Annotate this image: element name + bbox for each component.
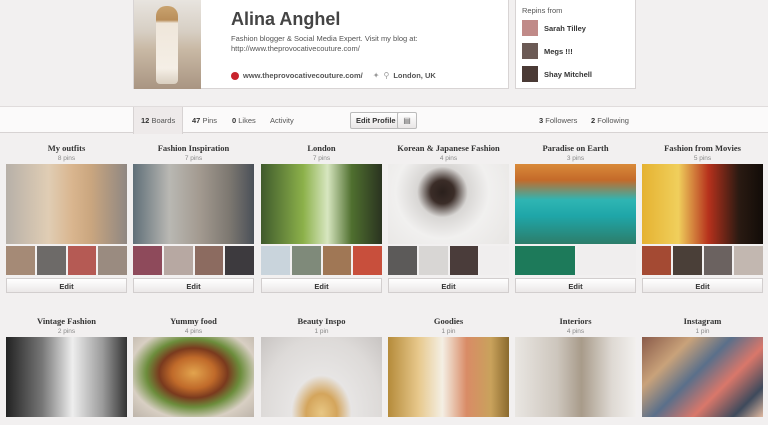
repin-avatar	[522, 43, 538, 59]
board-edit-button[interactable]: Edit	[133, 278, 254, 293]
board-edit-button[interactable]: Edit	[261, 278, 382, 293]
board-cover-image[interactable]	[261, 337, 382, 417]
tab-followers[interactable]: 3 Followers	[539, 107, 577, 134]
board-cover-image[interactable]	[642, 164, 763, 244]
website-link[interactable]: www.theprovocativecouture.com/	[243, 71, 363, 80]
board-cover-image[interactable]	[133, 337, 254, 417]
board-card[interactable]: Interiors 4 pins	[515, 315, 636, 417]
board-title[interactable]: Goodies	[388, 315, 509, 327]
tab-pins[interactable]: 47 Pins	[192, 107, 217, 134]
board-pin-count: 1 pin	[441, 328, 456, 335]
repins-card: Repins from Sarah Tilley Megs !!! Shay M…	[515, 0, 636, 89]
board-edit-button[interactable]: Edit	[642, 278, 763, 293]
board-card[interactable]: London 7 pins Edit	[261, 142, 382, 293]
board-pin-count: 1 pin	[695, 328, 710, 335]
profile-location: London, UK	[393, 71, 436, 80]
board-thumbnails	[133, 246, 254, 275]
profile-links: www.theprovocativecouture.com/ ✦ ⚲ Londo…	[231, 71, 501, 80]
profile-bio: Fashion blogger & Social Media Expert. V…	[231, 34, 418, 53]
tab-following[interactable]: 2 Following	[591, 107, 629, 134]
board-cover-image[interactable]	[515, 164, 636, 244]
board-cover-image[interactable]	[133, 164, 254, 244]
board-card[interactable]: Fashion from Movies 5 pins Edit	[642, 142, 763, 293]
profile-name: Alina Anghel	[231, 9, 341, 29]
board-cover-image[interactable]	[388, 164, 509, 244]
board-cover-image[interactable]	[388, 337, 509, 417]
tab-activity[interactable]: Activity	[270, 107, 294, 134]
board-title[interactable]: London	[261, 142, 382, 154]
tab-boards[interactable]: 12 Boards	[133, 107, 184, 134]
edit-profile-button[interactable]: Edit Profile	[350, 112, 402, 129]
repin-user[interactable]: Sarah Tilley	[522, 20, 586, 36]
board-title[interactable]: Paradise on Earth	[515, 142, 636, 154]
profile-card: Alina Anghel Fashion blogger & Social Me…	[133, 0, 509, 89]
board-pin-count: 8 pins	[57, 155, 76, 162]
layout-toggle-icon[interactable]: ▤	[397, 112, 417, 129]
board-title[interactable]: Fashion from Movies	[642, 142, 763, 154]
board-pin-count: 2 pins	[57, 328, 76, 335]
board-pin-count: 4 pins	[566, 328, 585, 335]
board-pin-count: 5 pins	[693, 155, 712, 162]
board-cover-image[interactable]	[642, 337, 763, 417]
board-cover-image[interactable]	[515, 337, 636, 417]
board-pin-count: 1 pin	[314, 328, 329, 335]
board-card[interactable]: Vintage Fashion 2 pins	[6, 315, 127, 417]
board-card[interactable]: Paradise on Earth 3 pins Edit	[515, 142, 636, 293]
board-card[interactable]: Goodies 1 pin	[388, 315, 509, 417]
repin-username: Sarah Tilley	[544, 23, 586, 33]
board-edit-button[interactable]: Edit	[515, 278, 636, 293]
board-title[interactable]: My outfits	[6, 142, 127, 154]
board-card[interactable]: Yummy food 4 pins	[133, 315, 254, 417]
board-title[interactable]: Fashion Inspiration	[133, 142, 254, 154]
twitter-icon[interactable]: ✦	[373, 71, 380, 80]
board-pin-count: 4 pins	[184, 328, 203, 335]
repins-title: Repins from	[522, 6, 563, 15]
board-title[interactable]: Instagram	[642, 315, 763, 327]
board-pin-count: 3 pins	[566, 155, 585, 162]
board-pin-count: 4 pins	[439, 155, 458, 162]
repin-avatar	[522, 66, 538, 82]
board-title[interactable]: Interiors	[515, 315, 636, 327]
repin-user[interactable]: Shay Mitchell	[522, 66, 592, 82]
board-pin-count: 7 pins	[312, 155, 331, 162]
board-edit-button[interactable]: Edit	[6, 278, 127, 293]
board-card[interactable]: My outfits 8 pins Edit	[6, 142, 127, 293]
profile-tabbar: 12 Boards 47 Pins 0 Likes Activity Edit …	[0, 106, 768, 134]
board-card[interactable]: Beauty Inspo 1 pin	[261, 315, 382, 417]
board-title[interactable]: Yummy food	[133, 315, 254, 327]
board-thumbnails	[6, 246, 127, 275]
board-thumbnails	[515, 246, 636, 275]
board-thumbnails	[388, 246, 509, 275]
board-thumbnails	[261, 246, 382, 275]
repin-username: Shay Mitchell	[544, 69, 592, 79]
tab-likes[interactable]: 0 Likes	[232, 107, 256, 134]
board-title[interactable]: Beauty Inspo	[261, 315, 382, 327]
board-title[interactable]: Vintage Fashion	[6, 315, 127, 327]
board-thumbnails	[642, 246, 763, 275]
location-icon: ⚲	[383, 71, 390, 80]
profile-avatar[interactable]	[134, 0, 201, 89]
board-cover-image[interactable]	[6, 337, 127, 417]
pinterest-icon	[231, 71, 239, 80]
board-pin-count: 7 pins	[184, 155, 203, 162]
board-card[interactable]: Korean & Japanese Fashion 4 pins Edit	[388, 142, 509, 293]
board-cover-image[interactable]	[261, 164, 382, 244]
board-edit-button[interactable]: Edit	[388, 278, 509, 293]
repin-username: Megs !!!	[544, 46, 573, 56]
repin-user[interactable]: Megs !!!	[522, 43, 573, 59]
repin-avatar	[522, 20, 538, 36]
board-cover-image[interactable]	[6, 164, 127, 244]
board-card[interactable]: Fashion Inspiration 7 pins Edit	[133, 142, 254, 293]
board-card[interactable]: Instagram 1 pin	[642, 315, 763, 417]
board-title[interactable]: Korean & Japanese Fashion	[388, 142, 509, 154]
